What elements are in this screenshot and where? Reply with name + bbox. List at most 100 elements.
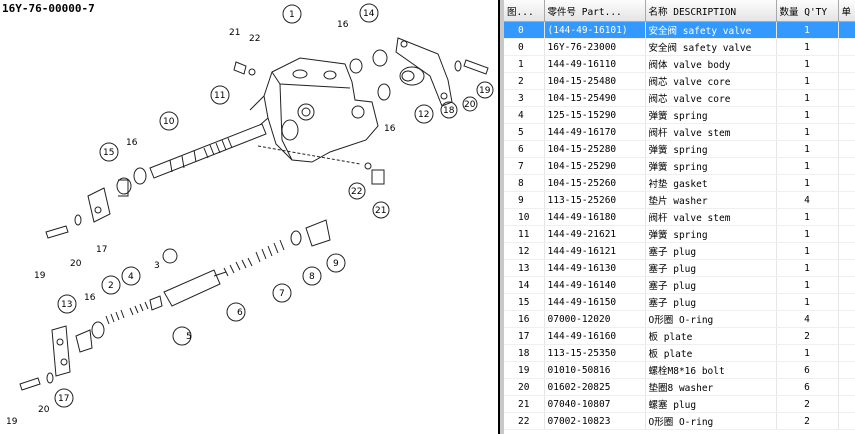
cell-description: 垫片 washer <box>645 191 777 209</box>
table-row[interactable]: 3 104-15-25490 阀芯 valve core 1 <box>504 89 855 107</box>
cell-no: 14 <box>504 276 545 294</box>
cell-no: 0 <box>504 21 545 39</box>
callout-9: 9 <box>326 253 346 273</box>
cell-description: 弹簧 spring <box>645 140 777 158</box>
column-header-unit[interactable]: 单 <box>838 0 855 22</box>
table-row[interactable]: 10 144-49-16180 阀杆 valve stem 1 <box>504 208 855 226</box>
column-header-part[interactable]: 零件号 Part... <box>544 0 646 22</box>
table-row[interactable]: 13 144-49-16130 塞子 plug 1 <box>504 259 855 277</box>
table-row[interactable]: 1 144-49-16110 阀体 valve body 1 <box>504 55 855 73</box>
cell-no: 11 <box>504 225 545 243</box>
cell-unit <box>838 89 855 107</box>
cell-description: 阀体 valve body <box>645 55 777 73</box>
cell-qty: 2 <box>776 327 839 345</box>
cell-part: 144-49-16170 <box>544 123 646 141</box>
svg-text:22: 22 <box>351 187 362 197</box>
cell-unit <box>838 361 855 379</box>
column-header-description[interactable]: 名称 DESCRIPTION <box>645 0 777 22</box>
callout-14: 14 <box>359 3 379 23</box>
callout-20c: 20 <box>462 96 478 112</box>
svg-text:7: 7 <box>279 289 285 299</box>
cell-qty: 1 <box>776 38 839 56</box>
cell-unit <box>838 208 855 226</box>
cell-unit <box>838 259 855 277</box>
svg-text:14: 14 <box>363 9 375 19</box>
table-row[interactable]: 15 144-49-16150 塞子 plug 1 <box>504 293 855 311</box>
cell-no: 18 <box>504 344 545 362</box>
cell-part: 104-15-25480 <box>544 72 646 90</box>
cell-no: 6 <box>504 140 545 158</box>
table-row[interactable]: 14 144-49-16140 塞子 plug 1 <box>504 276 855 294</box>
callout-3: 3 <box>154 248 178 271</box>
cell-qty: 1 <box>776 242 839 260</box>
cell-qty: 1 <box>776 344 839 362</box>
svg-text:2: 2 <box>108 281 114 291</box>
svg-text:4: 4 <box>128 272 134 282</box>
table-row[interactable]: 19 01010-50816 螺栓M8*16 bolt 6 <box>504 361 855 379</box>
cell-no: 2 <box>504 72 545 90</box>
callout-7: 7 <box>272 283 292 303</box>
cell-unit <box>838 310 855 328</box>
cell-qty: 1 <box>776 89 839 107</box>
cell-qty: 1 <box>776 293 839 311</box>
cell-qty: 1 <box>776 157 839 175</box>
callout-10: 10 <box>159 111 179 131</box>
cell-part: 104-15-25280 <box>544 140 646 158</box>
table-row[interactable]: 12 144-49-16121 塞子 plug 1 <box>504 242 855 260</box>
table-row[interactable]: 20 01602-20825 垫圈8 washer 6 <box>504 378 855 396</box>
cell-description: 板 plate <box>645 327 777 345</box>
callout-16a: 16 <box>126 138 138 148</box>
cell-qty: 2 <box>776 395 839 413</box>
cell-qty: 1 <box>776 123 839 141</box>
svg-text:12: 12 <box>418 110 429 120</box>
cell-unit <box>838 293 855 311</box>
table-row[interactable]: 6 104-15-25280 弹簧 spring 1 <box>504 140 855 158</box>
cell-part: 07000-12020 <box>544 310 646 328</box>
table-row[interactable]: 7 104-15-25290 弹簧 spring 1 <box>504 157 855 175</box>
cell-no: 13 <box>504 259 545 277</box>
cell-unit <box>838 276 855 294</box>
cell-no: 8 <box>504 174 545 192</box>
cell-no: 16 <box>504 310 545 328</box>
cell-qty: 1 <box>776 225 839 243</box>
table-row[interactable]: 21 07040-10807 螺塞 plug 2 <box>504 395 855 413</box>
cell-part: 01602-20825 <box>544 378 646 396</box>
table-row[interactable]: 2 104-15-25480 阀芯 valve core 1 <box>504 72 855 90</box>
cell-unit <box>838 242 855 260</box>
cell-unit <box>838 55 855 73</box>
svg-text:20: 20 <box>464 100 476 110</box>
cell-part: 104-15-25490 <box>544 89 646 107</box>
callout-21a: 21 <box>229 28 240 38</box>
table-row[interactable]: 16 07000-12020 O形圈 O-ring 4 <box>504 310 855 328</box>
cell-no: 1 <box>504 55 545 73</box>
table-row[interactable]: 18 113-15-25350 板 plate 1 <box>504 344 855 362</box>
callout-19c: 19 <box>476 81 494 99</box>
cell-unit <box>838 191 855 209</box>
table-row[interactable]: 9 113-15-25260 垫片 washer 4 <box>504 191 855 209</box>
cell-qty: 1 <box>776 174 839 192</box>
table-row[interactable]: 0 16Y-76-23000 安全阀 safety valve 1 <box>504 38 855 56</box>
table-row[interactable]: 0 (144-49-16101) 安全阀 safety valve 1 <box>504 21 855 39</box>
cell-description: 垫圈8 washer <box>645 378 777 396</box>
cell-no: 4 <box>504 106 545 124</box>
table-row[interactable]: 5 144-49-16170 阀杆 valve stem 1 <box>504 123 855 141</box>
cell-description: 弹簧 spring <box>645 106 777 124</box>
cell-description: 塞子 plug <box>645 293 777 311</box>
table-header-row: 图... 零件号 Part... 名称 DESCRIPTION 数量 Q'TY … <box>504 0 855 22</box>
table-body: 0 (144-49-16101) 安全阀 safety valve 1 0 16Y-76-… <box>504 21 855 430</box>
cell-description: 塞子 plug <box>645 276 777 294</box>
table-row[interactable]: 8 104-15-25260 衬垫 gasket 1 <box>504 174 855 192</box>
cell-description: 弹簧 spring <box>645 225 777 243</box>
cell-no: 0 <box>504 38 545 56</box>
cell-description: O形圈 O-ring <box>645 412 777 430</box>
cell-unit <box>838 395 855 413</box>
table-row[interactable]: 11 144-49-21621 弹簧 spring 1 <box>504 225 855 243</box>
table-row[interactable]: 4 125-15-15290 弹簧 spring 1 <box>504 106 855 124</box>
cell-no: 7 <box>504 157 545 175</box>
column-header-qty[interactable]: 数量 Q'TY <box>776 0 839 22</box>
cell-part: 01010-50816 <box>544 361 646 379</box>
table-row[interactable]: 17 144-49-16160 板 plate 2 <box>504 327 855 345</box>
cell-part: 144-49-16180 <box>544 208 646 226</box>
table-row[interactable]: 22 07002-10823 O形圈 O-ring 2 <box>504 412 855 430</box>
column-header-no[interactable]: 图... <box>504 0 545 22</box>
